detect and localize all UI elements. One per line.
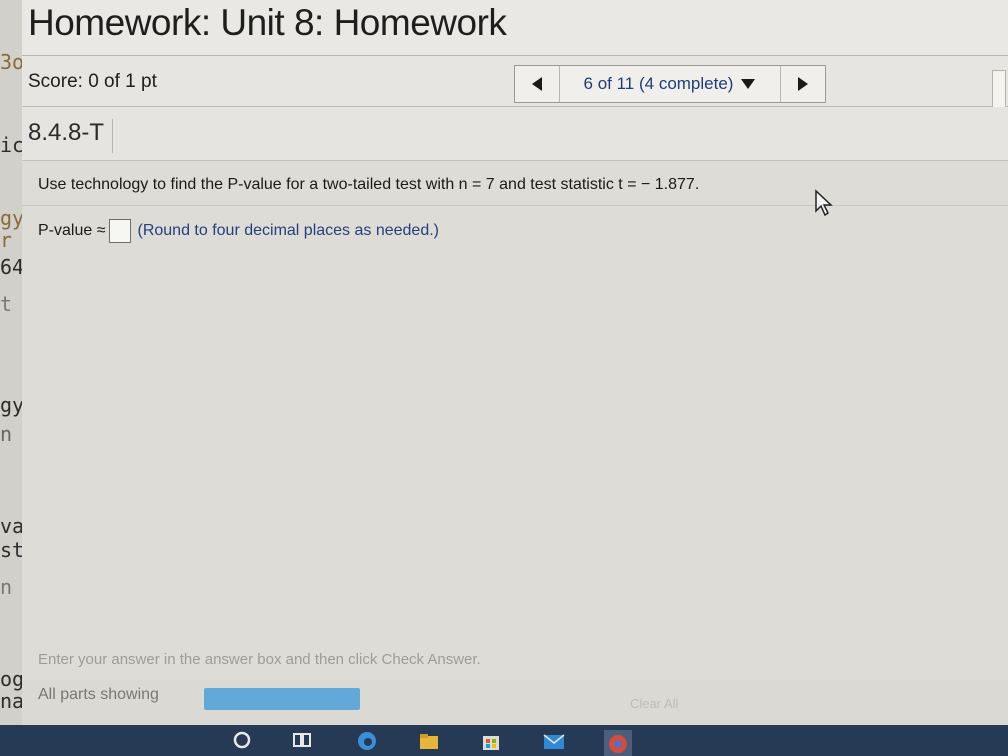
- check-answer-button[interactable]: [204, 688, 360, 710]
- left-strip-text: nal: [0, 689, 22, 713]
- left-strip-text: r: [0, 228, 13, 252]
- mail-icon[interactable]: [542, 730, 566, 752]
- parts-showing-label: All parts showing: [38, 686, 159, 703]
- left-strip-text: val: [0, 514, 22, 538]
- clear-all-button[interactable]: Clear All: [630, 696, 678, 711]
- left-strip-text: gy: [0, 393, 22, 417]
- question-select-dropdown[interactable]: 6 of 11 (4 complete): [560, 66, 779, 102]
- rounding-hint: (Round to four decimal places as needed.…: [137, 222, 439, 239]
- score-label: Score: 0 of 1 pt: [28, 71, 157, 92]
- score-bar: Score: 0 of 1 pt 6 of 11 (4 complete): [22, 56, 1008, 108]
- store-icon[interactable]: [480, 730, 502, 752]
- file-explorer-icon[interactable]: [418, 730, 440, 752]
- caret-down-icon: [741, 79, 756, 89]
- task-view-icon[interactable]: [292, 730, 312, 750]
- previous-question-button[interactable]: [515, 66, 560, 102]
- left-strip-text: 64: [0, 255, 22, 279]
- divider: [22, 205, 1008, 206]
- bottom-bar: All parts showing Clear All: [22, 680, 1008, 725]
- windows-taskbar: [0, 725, 1008, 756]
- mouse-pointer-icon: [815, 189, 833, 217]
- left-strip-text: 3o: [0, 50, 22, 74]
- search-circle-icon[interactable]: [232, 730, 252, 750]
- page-title: Homework: Unit 8: Homework: [28, 2, 507, 43]
- question-id-bar: 8.4.8-T: [22, 107, 1008, 161]
- side-panel-tab[interactable]: [992, 70, 1006, 108]
- answer-line: P-value ≈ (Round to four decimal places …: [38, 219, 439, 243]
- arrow-left-icon: [532, 77, 542, 91]
- edge-icon[interactable]: [356, 730, 378, 752]
- left-strip-text: ic: [0, 133, 22, 157]
- question-id: 8.4.8-T: [28, 119, 114, 153]
- left-strip-text: gy: [0, 206, 22, 230]
- question-content: Use technology to find the P-value for a…: [22, 161, 1008, 701]
- question-position-label: 6 of 11 (4 complete): [583, 74, 734, 93]
- left-clipped-panel: 3o ic gy r 64 t = gy n t val sti n th og…: [0, 0, 22, 725]
- answer-input[interactable]: [109, 219, 132, 243]
- page-header: Homework: Unit 8: Homework: [22, 0, 1008, 56]
- left-strip-text: sti: [0, 538, 22, 562]
- question-prompt: Use technology to find the P-value for a…: [38, 176, 700, 193]
- answer-label: P-value ≈: [38, 222, 106, 239]
- left-strip-text: t =: [0, 292, 22, 316]
- instructions-text: Enter your answer in the answer box and …: [38, 651, 481, 668]
- left-strip-text: n th: [0, 575, 22, 599]
- arrow-right-icon: [798, 77, 808, 91]
- next-question-button[interactable]: [780, 66, 825, 102]
- question-navigator: 6 of 11 (4 complete): [514, 65, 826, 103]
- left-strip-text: n t: [0, 422, 22, 446]
- left-strip-text: ogy: [0, 667, 22, 691]
- chrome-icon[interactable]: [604, 730, 632, 756]
